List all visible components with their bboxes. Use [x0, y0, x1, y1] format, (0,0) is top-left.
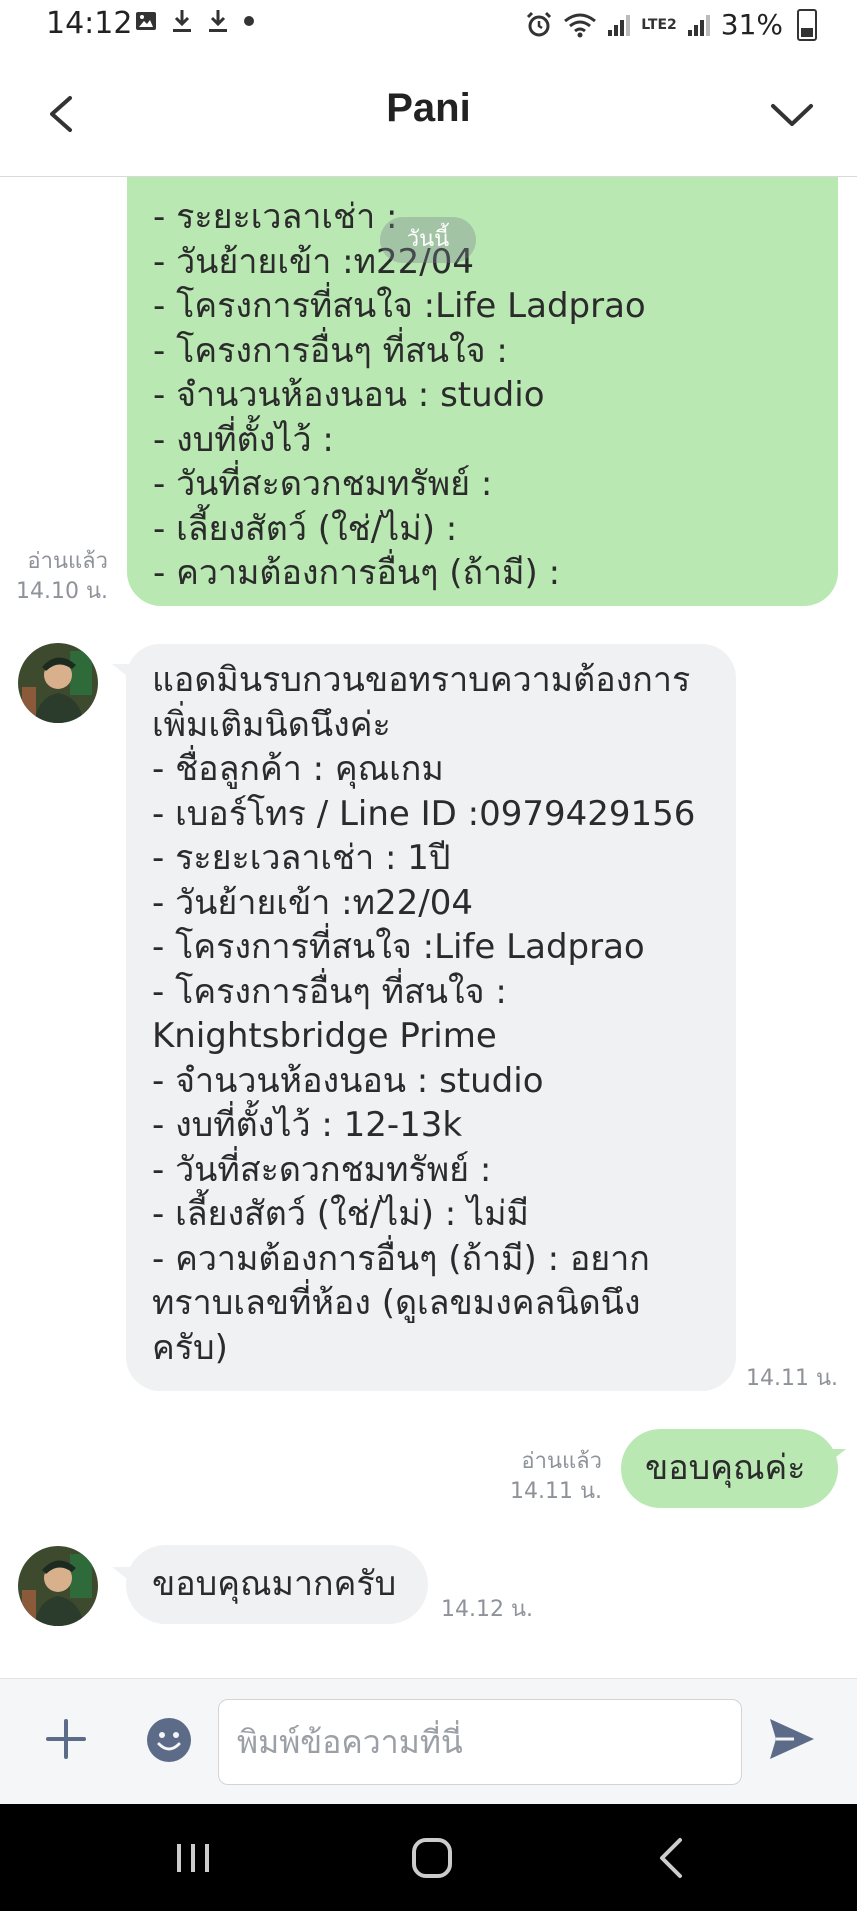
signal-icon: [687, 14, 710, 36]
message-line: - วันย้ายเข้า :ท22/04: [152, 882, 473, 923]
incoming-message-bubble[interactable]: แอดมินรบกวนขอทราบความต้องการ เพิ่มเติมนิ…: [126, 644, 736, 1391]
message-time: 14.11 น.: [746, 1366, 839, 1391]
status-bar: 14:12 LTE2 31%: [0, 0, 857, 52]
avatar[interactable]: [18, 643, 98, 723]
message-line: - วันย้ายเข้า :ท22/04: [153, 241, 474, 282]
message-meta: อ่านแล้ว 14.11 น.: [480, 1447, 602, 1507]
message-input-bar: [0, 1678, 857, 1805]
alarm-icon: [527, 11, 552, 36]
message-meta: อ่านแล้ว 14.10 น.: [0, 547, 108, 607]
wifi-icon: [564, 13, 597, 37]
message-time: 14.11 น.: [509, 1479, 602, 1504]
download-icon: [173, 10, 191, 32]
message-line: - ชื่อลูกค้า : คุณเกม: [152, 749, 444, 789]
message-line: - โครงการที่สนใจ :Life Ladprao: [152, 927, 645, 967]
message-text: ขอบคุณค่ะ: [645, 1448, 806, 1488]
message-line: - โครงการอื่นๆ ที่สนใจ :: [153, 330, 508, 371]
avatar[interactable]: [18, 1546, 98, 1626]
message-line: - โครงการที่สนใจ :Life Ladprao: [153, 286, 646, 326]
download-icon: [209, 10, 227, 32]
chat-header: Pani: [0, 52, 857, 177]
home-icon[interactable]: [402, 1834, 462, 1882]
status-notification-icons: [134, 8, 256, 34]
recents-icon[interactable]: [163, 1834, 223, 1882]
message-line: - จำนวนห้องนอน : studio: [152, 1060, 544, 1101]
message-line: - เลี้ยงสัตว์ (ใช่/ไม่) : ไม่มี: [152, 1194, 529, 1234]
read-receipt: อ่านแล้ว: [521, 1449, 602, 1474]
outgoing-message-bubble[interactable]: - ระยะเวลาเช่า : - วันย้ายเข้า :ท22/04 -…: [127, 177, 838, 606]
message-line: - โครงการอื่นๆ ที่สนใจ :: [152, 971, 507, 1012]
message-time: 14.12 น.: [441, 1597, 534, 1622]
message-input[interactable]: [218, 1699, 742, 1785]
message-line: - เลี้ยงสัตว์ (ใช่/ไม่) :: [153, 508, 458, 549]
message-line: - ความต้องการอื่นๆ (ถ้ามี) : อยาก: [152, 1238, 650, 1279]
system-navigation-bar: [0, 1804, 857, 1911]
signal-icon: [608, 14, 631, 36]
bubble-tail: [826, 1449, 846, 1465]
message-line: - ระยะเวลาเช่า : 1ปี: [152, 838, 451, 878]
message-line: - ระยะเวลาเช่า :: [153, 197, 398, 237]
message-text: ขอบคุณมากครับ: [152, 1564, 397, 1604]
back-icon[interactable]: [642, 1834, 702, 1882]
message-line: แอดมินรบกวนขอทราบความต้องการ: [152, 660, 691, 700]
plus-icon[interactable]: [44, 1717, 88, 1761]
message-line: - งบที่ตั้งไว้ :: [153, 419, 334, 460]
read-receipt: อ่านแล้ว: [27, 549, 108, 574]
message-line: ทราบเลขที่ห้อง (ดูเลขมงคลนิดนึง: [152, 1283, 641, 1323]
message-line: - งบที่ตั้งไว้ : 12-13k: [152, 1105, 463, 1145]
dot-icon: [244, 16, 254, 26]
message-line: - เบอร์โทร / Line ID :0979429156: [152, 793, 696, 834]
date-divider: วันนี้: [380, 217, 476, 263]
chevron-down-icon[interactable]: [767, 96, 817, 136]
avatar-image: [18, 643, 98, 723]
message-list[interactable]: - ระยะเวลาเช่า : - วันย้ายเข้า :ท22/04 -…: [0, 177, 857, 1677]
chat-title: Pani: [386, 86, 471, 130]
message-line: เพิ่มเติมนิดนึงค่ะ: [152, 704, 391, 745]
battery-percent: 31%: [720, 8, 783, 41]
message-line: Knightsbridge Prime: [152, 1016, 497, 1056]
message-line: - จำนวนห้องนอน : studio: [153, 375, 545, 415]
emoji-icon[interactable]: [146, 1717, 192, 1763]
message-line: ครับ): [152, 1327, 228, 1368]
gallery-icon: [136, 12, 156, 30]
message-line: - วันที่สะดวกชมทรัพย์ :: [152, 1149, 492, 1190]
network-label: LTE2: [641, 16, 677, 33]
send-icon[interactable]: [768, 1715, 816, 1763]
outgoing-message-bubble[interactable]: ขอบคุณค่ะ: [621, 1429, 838, 1508]
message-time: 14.10 น.: [15, 579, 108, 604]
message-line: - วันที่สะดวกชมทรัพย์ :: [153, 464, 493, 504]
avatar-image: [18, 1546, 98, 1626]
status-system-icons: LTE2 31%: [525, 8, 817, 41]
incoming-message-bubble[interactable]: ขอบคุณมากครับ: [126, 1545, 428, 1624]
battery-icon: [797, 8, 817, 41]
message-line: - ความต้องการอื่นๆ (ถ้ามี) :: [153, 553, 561, 593]
status-time: 14:12: [46, 6, 133, 41]
